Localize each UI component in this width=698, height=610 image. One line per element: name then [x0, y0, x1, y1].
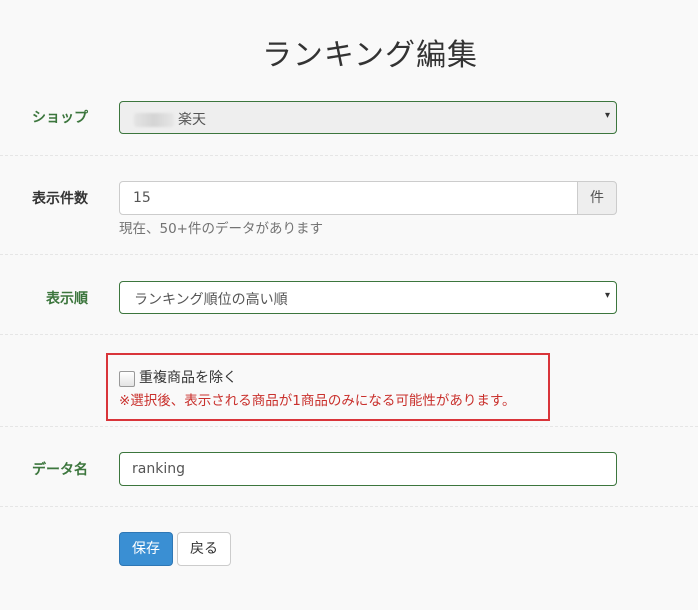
count-label: 表示件数	[32, 191, 88, 207]
count-input[interactable]	[119, 181, 578, 215]
chevron-down-icon: ▾	[604, 110, 610, 121]
save-button[interactable]: 保存	[119, 532, 173, 566]
row-divider	[0, 155, 698, 156]
row-divider	[0, 506, 698, 507]
dedupe-checkbox[interactable]	[119, 371, 135, 387]
data-name-label: データ名	[32, 462, 88, 478]
chevron-down-icon: ▾	[604, 290, 610, 301]
shop-select[interactable]: 楽天 ▾	[119, 101, 617, 134]
redacted-shop-name	[134, 113, 174, 127]
back-button[interactable]: 戻る	[177, 532, 231, 566]
data-name-input[interactable]	[119, 452, 617, 486]
order-label: 表示順	[46, 291, 88, 307]
count-help-text: 現在、50+件のデータがあります	[119, 221, 323, 237]
highlight-annotation-box	[106, 353, 550, 421]
order-select[interactable]: ランキング順位の高い順 ▾	[119, 281, 617, 314]
order-select-value: ランキング順位の高い順	[134, 292, 288, 308]
shop-select-value: 楽天	[178, 112, 206, 128]
row-divider	[0, 426, 698, 427]
row-divider	[0, 254, 698, 255]
page-title: ランキング編集	[261, 38, 479, 73]
row-divider	[0, 334, 698, 335]
count-input-group: 件	[119, 181, 617, 215]
dedupe-warning-text: ※選択後、表示される商品が1商品のみになる可能性があります。	[119, 393, 516, 409]
dedupe-checkbox-label[interactable]: 重複商品を除く	[139, 367, 237, 387]
count-unit-addon: 件	[577, 181, 617, 215]
shop-label: ショップ	[32, 110, 88, 126]
